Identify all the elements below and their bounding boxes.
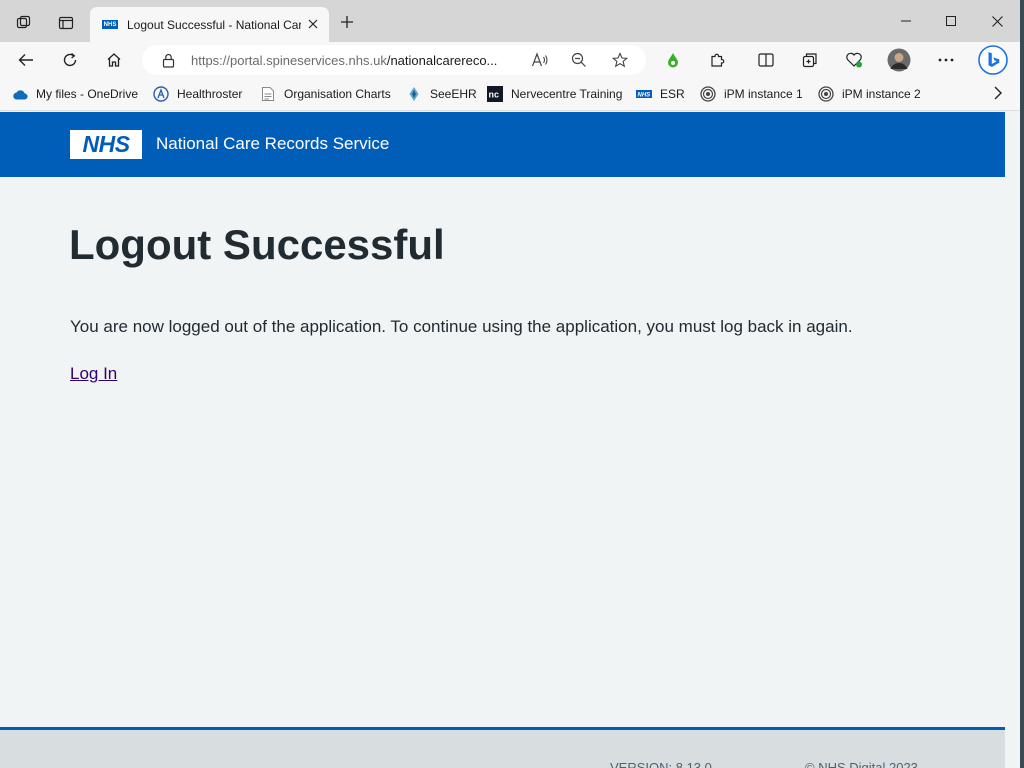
split-screen-icon[interactable]: [753, 47, 779, 73]
url-host: https://portal.spineservices.nhs.uk: [191, 53, 387, 68]
browser-window: NHS Logout Successful - National Care Re…: [0, 0, 1020, 768]
svg-text:NHS: NHS: [638, 93, 651, 99]
close-window-button[interactable]: [977, 8, 1017, 34]
favorite-label: SeeEHR: [430, 87, 477, 101]
favorite-star-icon[interactable]: [610, 50, 630, 70]
version-text: VERSION: 8.13.0: [610, 760, 712, 768]
extensions-puzzle-icon[interactable]: [704, 47, 730, 73]
bing-copilot-icon[interactable]: [977, 44, 1009, 76]
favorite-label: My files - OneDrive: [36, 87, 139, 101]
back-button[interactable]: [12, 47, 40, 73]
logout-message: You are now logged out of the applicatio…: [70, 317, 853, 336]
navigation-bar: https://portal.spineservices.nhs.uk/nati…: [0, 42, 1020, 78]
favorite-label: Nervecentre Training: [511, 87, 623, 101]
main-content: Logout Successful You are now logged out…: [0, 177, 1005, 727]
close-tab-icon[interactable]: [305, 16, 321, 32]
address-bar[interactable]: https://portal.spineservices.nhs.uk/nati…: [142, 45, 646, 75]
profile-avatar[interactable]: [886, 47, 912, 73]
favorite-healthroster[interactable]: Healthroster: [153, 85, 242, 103]
tab-actions-icon[interactable]: [52, 9, 80, 37]
document-icon: [260, 86, 276, 102]
read-aloud-icon[interactable]: [530, 50, 550, 70]
favorite-label: iPM instance 2: [842, 87, 921, 101]
favorite-nervecentre-training[interactable]: nc Nervecentre Training: [487, 85, 622, 103]
tab-title: Logout Successful - National Care Record…: [127, 17, 301, 32]
favorite-seeehr[interactable]: SeeEHR: [406, 85, 477, 103]
favorite-label: ESR: [660, 87, 685, 101]
favorite-label: Organisation Charts: [284, 87, 391, 101]
scrollbar-track[interactable]: [1005, 112, 1020, 768]
favorite-label: Healthroster: [177, 87, 243, 101]
active-tab[interactable]: NHS Logout Successful - National Care Re…: [90, 7, 329, 42]
home-button[interactable]: [100, 47, 128, 73]
favorites-bar: My files - OneDrive Healthroster Organis…: [0, 78, 1020, 111]
onedrive-icon: [12, 86, 28, 102]
collections-icon[interactable]: [797, 47, 823, 73]
url-text[interactable]: https://portal.spineservices.nhs.uk/nati…: [191, 53, 521, 68]
favorite-esr[interactable]: NHS ESR: [636, 85, 685, 103]
chevron-right-icon[interactable]: [994, 86, 1002, 105]
nhs-icon: NHS: [636, 86, 652, 102]
url-path: /nationalcarereco...: [386, 53, 498, 68]
more-options-icon[interactable]: [933, 47, 959, 73]
favorite-ipm-instance-1[interactable]: iPM instance 1: [700, 85, 803, 103]
zoom-out-icon[interactable]: [569, 50, 589, 70]
minimize-button[interactable]: [886, 8, 926, 34]
copyright-text: © NHS Digital 2023: [805, 760, 918, 768]
nhs-logo[interactable]: NHS: [70, 130, 142, 159]
favorite-organisation-charts[interactable]: Organisation Charts: [260, 85, 391, 103]
ipm-icon: [818, 86, 834, 102]
extension-drop-icon[interactable]: [660, 47, 686, 73]
new-tab-button[interactable]: [336, 11, 358, 33]
favorite-label: iPM instance 1: [724, 87, 803, 101]
nhs-favicon-icon: NHS: [102, 20, 118, 29]
lock-icon[interactable]: [158, 50, 178, 70]
favorite-onedrive[interactable]: My files - OneDrive: [12, 85, 138, 103]
site-footer: VERSION: 8.13.0 © NHS Digital 2023: [0, 727, 1005, 768]
page-title: Logout Successful: [69, 221, 445, 268]
svg-text:nc: nc: [489, 90, 500, 100]
refresh-button[interactable]: [56, 47, 84, 73]
desktop-background: [1020, 0, 1024, 768]
workspaces-icon[interactable]: [10, 9, 38, 37]
site-header: NHS National Care Records Service: [0, 112, 1005, 177]
log-in-link[interactable]: Log In: [70, 364, 117, 384]
browser-essentials-icon[interactable]: [841, 47, 867, 73]
nhs-logo-text: NHS: [82, 131, 130, 157]
service-name[interactable]: National Care Records Service: [156, 134, 389, 154]
nervecentre-icon: nc: [487, 86, 503, 102]
ipm-icon: [700, 86, 716, 102]
favorite-ipm-instance-2[interactable]: iPM instance 2: [818, 85, 921, 103]
maximize-button[interactable]: [931, 8, 971, 34]
seeehr-icon: [406, 86, 422, 102]
healthroster-icon: [153, 86, 169, 102]
title-bar: NHS Logout Successful - National Care Re…: [0, 0, 1020, 42]
